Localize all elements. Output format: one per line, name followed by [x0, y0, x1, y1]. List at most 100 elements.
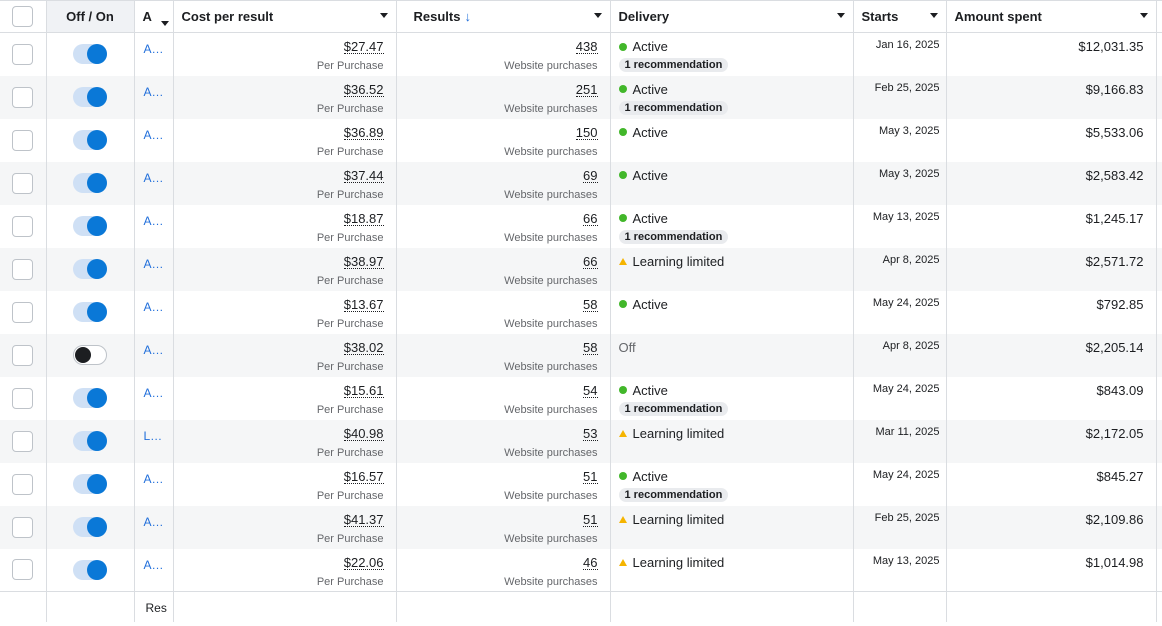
- table-row[interactable]: A… $22.06 Per Purchase 46 Website purchases L…: [0, 548, 1162, 592]
- row-checkbox[interactable]: [12, 43, 34, 65]
- cost-per-result-value[interactable]: $40.98: [343, 427, 384, 441]
- on-off-toggle[interactable]: [73, 559, 107, 580]
- chevron-down-icon[interactable]: [1139, 13, 1148, 18]
- cost-per-result-value[interactable]: $22.06: [343, 556, 384, 570]
- results-value[interactable]: 51: [583, 513, 598, 527]
- ad-name-link[interactable]: A…: [135, 463, 173, 486]
- ad-name-link[interactable]: A…: [135, 291, 173, 314]
- ad-name-link[interactable]: A…: [135, 33, 173, 56]
- name-cell: A…: [134, 462, 174, 506]
- chevron-down-icon[interactable]: [836, 13, 845, 18]
- select-all-checkbox[interactable]: [12, 6, 34, 27]
- on-off-toggle[interactable]: [73, 87, 107, 107]
- table-row[interactable]: A… $36.52 Per Purchase 251 Website purchases…: [0, 75, 1162, 119]
- ad-name-link[interactable]: A…: [135, 549, 173, 572]
- delivery-header[interactable]: Delivery: [610, 0, 854, 33]
- table-row[interactable]: A… $15.61 Per Purchase 54 Website purchases A…: [0, 376, 1162, 420]
- on-off-toggle[interactable]: [73, 216, 107, 236]
- results-header[interactable]: Results ↓: [396, 0, 611, 33]
- row-checkbox[interactable]: [12, 172, 34, 194]
- table-row[interactable]: A… $18.87 Per Purchase 66 Website purchases A…: [0, 204, 1162, 248]
- chevron-down-icon[interactable]: [379, 13, 388, 18]
- cost-per-result-value[interactable]: $27.47: [343, 40, 384, 54]
- table-row[interactable]: A… $37.44 Per Purchase 69 Website purchases A…: [0, 161, 1162, 205]
- row-checkbox[interactable]: [12, 344, 34, 366]
- ad-name-link[interactable]: A…: [135, 248, 173, 271]
- recommendation-badge[interactable]: 1 recommendation: [618, 58, 729, 72]
- row-checkbox[interactable]: [12, 129, 34, 151]
- ad-name-link[interactable]: L…: [135, 420, 173, 443]
- recommendation-badge[interactable]: 1 recommendation: [618, 401, 729, 416]
- results-value[interactable]: 66: [583, 212, 598, 226]
- on-off-toggle[interactable]: [73, 474, 107, 494]
- ad-name-link[interactable]: A…: [135, 205, 173, 228]
- ad-name-link[interactable]: A…: [135, 162, 173, 185]
- on-off-toggle[interactable]: [73, 388, 107, 408]
- results-value[interactable]: 51: [583, 470, 598, 484]
- results-value[interactable]: 251: [575, 83, 598, 97]
- cost-per-result-value[interactable]: $37.44: [343, 169, 384, 183]
- on-off-toggle[interactable]: [73, 345, 107, 365]
- row-checkbox[interactable]: [12, 258, 34, 280]
- chevron-down-icon[interactable]: [929, 13, 938, 18]
- table-row[interactable]: A… $38.02 Per Purchase 58 Website purchases O…: [0, 333, 1162, 377]
- row-checkbox[interactable]: [12, 559, 34, 581]
- ad-name-link[interactable]: A…: [135, 76, 173, 99]
- recommendation-badge[interactable]: 1 recommendation: [618, 487, 729, 502]
- cost-per-result-value[interactable]: $36.52: [343, 83, 384, 97]
- recommendation-badge[interactable]: 1 recommendation: [618, 100, 729, 115]
- results-value[interactable]: 58: [583, 341, 598, 355]
- ad-name-link[interactable]: A…: [135, 119, 173, 142]
- results-value[interactable]: 53: [583, 427, 598, 441]
- row-checkbox[interactable]: [12, 430, 34, 452]
- results-value[interactable]: 150: [575, 126, 598, 140]
- on-off-toggle[interactable]: [73, 259, 107, 279]
- amount-spent-header[interactable]: Amount spent: [946, 0, 1157, 33]
- row-checkbox[interactable]: [12, 215, 34, 237]
- on-off-toggle[interactable]: [73, 44, 107, 65]
- on-off-toggle[interactable]: [73, 130, 107, 150]
- cost-per-result-value[interactable]: $38.97: [343, 255, 384, 269]
- results-value[interactable]: 54: [583, 384, 598, 398]
- row-checkbox[interactable]: [12, 516, 34, 538]
- ad-name-link[interactable]: A…: [135, 377, 173, 400]
- amount-spent-cell: $2,205.14: [946, 333, 1157, 377]
- amount-spent-value: $2,109.86: [1085, 511, 1144, 527]
- cost-per-result-value[interactable]: $38.02: [343, 341, 384, 355]
- table-row[interactable]: A… $38.97 Per Purchase 66 Website purchases L…: [0, 247, 1162, 291]
- table-row[interactable]: A… $13.67 Per Purchase 58 Website purchases A…: [0, 290, 1162, 334]
- on-off-toggle[interactable]: [73, 517, 107, 537]
- name-column-header[interactable]: A: [134, 0, 174, 33]
- chevron-down-icon[interactable]: [593, 13, 602, 18]
- table-row[interactable]: A… $41.37 Per Purchase 51 Website purchases L…: [0, 505, 1162, 549]
- starts-header[interactable]: Starts: [853, 0, 947, 33]
- results-value[interactable]: 438: [575, 40, 598, 54]
- row-checkbox[interactable]: [12, 301, 34, 323]
- results-value[interactable]: 69: [583, 169, 598, 183]
- ad-name-link[interactable]: A…: [135, 334, 173, 357]
- table-row[interactable]: L… $40.98 Per Purchase 53 Website purchases L…: [0, 419, 1162, 463]
- cost-per-result-value[interactable]: $41.37: [343, 513, 384, 527]
- on-off-toggle[interactable]: [73, 431, 107, 451]
- toggle-column-header[interactable]: Off / On: [46, 0, 135, 33]
- results-value[interactable]: 66: [583, 255, 598, 269]
- table-row[interactable]: A… $16.57 Per Purchase 51 Website purchases A…: [0, 462, 1162, 506]
- cost-per-result-value[interactable]: $18.87: [343, 212, 384, 226]
- results-value[interactable]: 46: [583, 556, 598, 570]
- on-off-toggle[interactable]: [73, 302, 107, 322]
- cost-per-result-value[interactable]: $15.61: [343, 384, 384, 398]
- recommendation-badge[interactable]: 1 recommendation: [618, 229, 729, 244]
- cost-per-result-header[interactable]: Cost per result: [173, 0, 397, 33]
- results-value[interactable]: 58: [583, 298, 598, 312]
- table-row[interactable]: A… $36.89 Per Purchase 150 Website purchases…: [0, 118, 1162, 162]
- row-checkbox[interactable]: [12, 387, 34, 409]
- amount-spent-value: $845.27: [1096, 468, 1144, 484]
- table-row[interactable]: A… $27.47 Per Purchase 438 Website purchases…: [0, 32, 1162, 76]
- cost-per-result-value[interactable]: $13.67: [343, 298, 384, 312]
- row-checkbox[interactable]: [12, 86, 34, 108]
- cost-per-result-value[interactable]: $16.57: [343, 470, 384, 484]
- on-off-toggle[interactable]: [73, 173, 107, 193]
- row-checkbox[interactable]: [12, 473, 34, 495]
- cost-per-result-value[interactable]: $36.89: [343, 126, 384, 140]
- ad-name-link[interactable]: A…: [135, 506, 173, 529]
